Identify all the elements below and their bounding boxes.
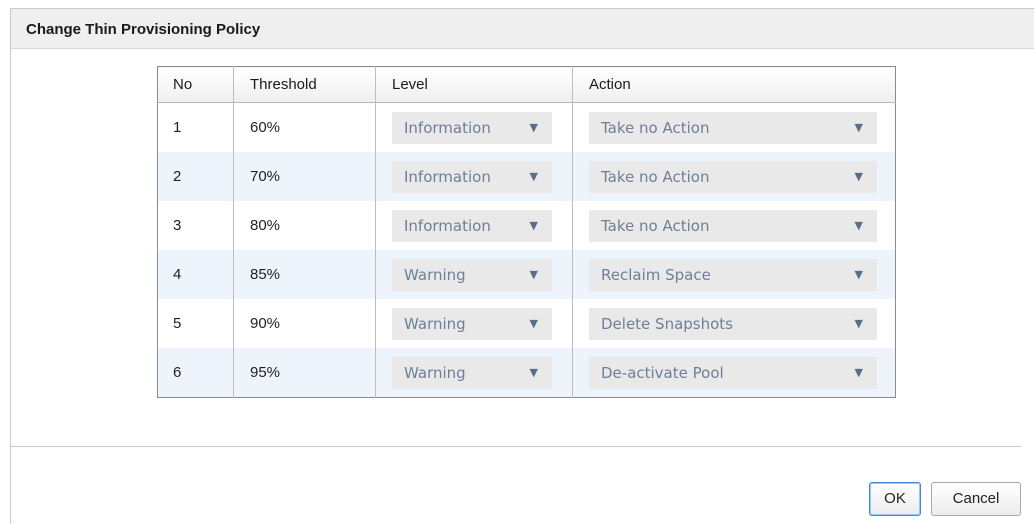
action-select-value: Reclaim Space (601, 265, 711, 284)
action-select[interactable]: Take no Action ▼ (589, 209, 877, 242)
row-no: 3 (157, 201, 234, 250)
table-row: 2 70% Information ▼ Take no Action ▼ (157, 152, 896, 201)
row-threshold: 80% (233, 201, 376, 250)
action-select-value: Take no Action (601, 167, 710, 186)
level-select[interactable]: Information ▼ (392, 209, 552, 242)
ok-button[interactable]: OK (869, 482, 921, 516)
level-select-value: Warning (404, 265, 466, 284)
level-select[interactable]: Warning ▼ (392, 356, 552, 389)
row-no: 4 (157, 250, 234, 299)
level-select-value: Warning (404, 363, 466, 382)
row-threshold: 85% (233, 250, 376, 299)
row-threshold: 90% (233, 299, 376, 348)
action-select[interactable]: De-activate Pool ▼ (589, 356, 877, 389)
header-no: No (157, 66, 234, 103)
level-select[interactable]: Information ▼ (392, 111, 552, 144)
header-threshold: Threshold (233, 66, 376, 103)
level-select-value: Information (404, 167, 491, 186)
header-level: Level (375, 66, 573, 103)
action-select[interactable]: Take no Action ▼ (589, 111, 877, 144)
level-select[interactable]: Warning ▼ (392, 307, 552, 340)
chevron-down-icon: ▼ (854, 218, 863, 232)
level-select[interactable]: Warning ▼ (392, 258, 552, 291)
action-select-value: Take no Action (601, 216, 710, 235)
header-action: Action (572, 66, 896, 103)
table-row: 6 95% Warning ▼ De-activate Pool ▼ (157, 348, 896, 398)
chevron-down-icon: ▼ (529, 120, 538, 134)
table-row: 3 80% Information ▼ Take no Action ▼ (157, 201, 896, 250)
footer-divider (11, 446, 1021, 447)
chevron-down-icon: ▼ (854, 120, 863, 134)
cancel-button[interactable]: Cancel (931, 482, 1021, 516)
chevron-down-icon: ▼ (529, 267, 538, 281)
chevron-down-icon: ▼ (854, 316, 863, 330)
row-no: 2 (157, 152, 234, 201)
level-select-value: Information (404, 216, 491, 235)
row-threshold: 60% (233, 102, 376, 152)
row-no: 5 (157, 299, 234, 348)
chevron-down-icon: ▼ (529, 365, 538, 379)
row-threshold: 95% (233, 348, 376, 398)
action-select[interactable]: Delete Snapshots ▼ (589, 307, 877, 340)
table-row: 5 90% Warning ▼ Delete Snapshots ▼ (157, 299, 896, 348)
chevron-down-icon: ▼ (854, 169, 863, 183)
action-select[interactable]: Reclaim Space ▼ (589, 258, 877, 291)
action-select-value: Delete Snapshots (601, 314, 733, 333)
level-select-value: Warning (404, 314, 466, 333)
action-select[interactable]: Take no Action ▼ (589, 160, 877, 193)
dialog-titlebar: Change Thin Provisioning Policy (11, 9, 1034, 49)
level-select[interactable]: Information ▼ (392, 160, 552, 193)
action-select-value: Take no Action (601, 118, 710, 137)
dialog-title: Change Thin Provisioning Policy (26, 21, 261, 38)
table-row: 4 85% Warning ▼ Reclaim Space ▼ (157, 250, 896, 299)
row-no: 6 (157, 348, 234, 398)
policy-table: No Threshold Level Action 1 60% Informat… (157, 66, 896, 398)
chevron-down-icon: ▼ (854, 267, 863, 281)
row-no: 1 (157, 102, 234, 152)
chevron-down-icon: ▼ (529, 218, 538, 232)
level-select-value: Information (404, 118, 491, 137)
chevron-down-icon: ▼ (529, 316, 538, 330)
chevron-down-icon: ▼ (529, 169, 538, 183)
table-row: 1 60% Information ▼ Take no Action ▼ (157, 102, 896, 152)
row-threshold: 70% (233, 152, 376, 201)
table-header-row: No Threshold Level Action (157, 66, 896, 103)
chevron-down-icon: ▼ (854, 365, 863, 379)
policy-dialog: Change Thin Provisioning Policy No Thres… (10, 8, 1034, 524)
action-select-value: De-activate Pool (601, 363, 724, 382)
